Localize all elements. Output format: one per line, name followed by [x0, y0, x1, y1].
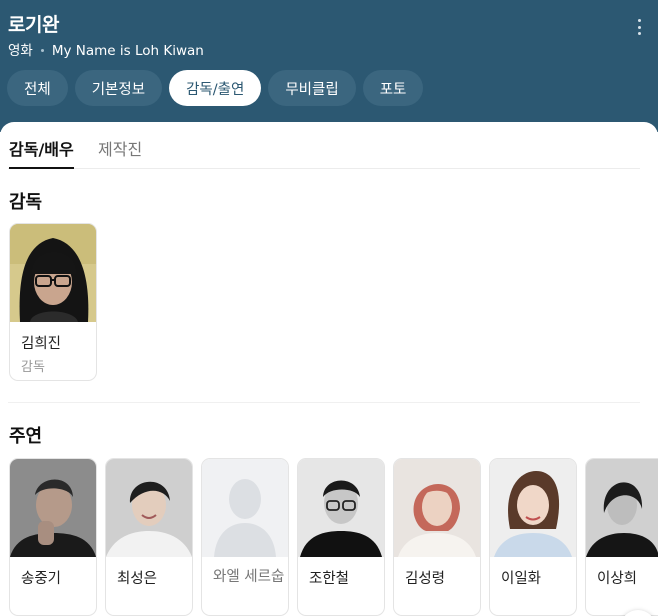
- person-photo: [106, 459, 192, 557]
- tab-cast[interactable]: 감독/출연: [169, 70, 262, 106]
- person-name: 와엘 세르숩: [213, 569, 285, 585]
- page-title: 로기완: [8, 14, 59, 36]
- person-card[interactable]: 조한철: [297, 458, 385, 616]
- lead-section-title: 주연: [9, 426, 43, 447]
- content-sheet: 감독/배우 제작진 감독 김희진 감독 주연 송중기 최성은 와엘 세르숩 조한…: [0, 122, 658, 616]
- person-photo: [10, 224, 96, 322]
- person-name: 김성령: [405, 571, 446, 587]
- person-name: 이일화: [501, 571, 542, 587]
- person-card[interactable]: 최성은: [105, 458, 193, 616]
- person-placeholder-photo: [202, 459, 288, 557]
- person-name: 송중기: [21, 571, 62, 587]
- person-card[interactable]: 김희진 감독: [9, 223, 97, 381]
- tab-all[interactable]: 전체: [7, 70, 68, 106]
- separator-dot: [40, 48, 44, 52]
- subtab-bar: 감독/배우 제작진: [8, 122, 640, 169]
- tab-movie-clip[interactable]: 무비클립: [268, 70, 356, 106]
- subtab-director-actor[interactable]: 감독/배우: [9, 136, 74, 169]
- person-card[interactable]: 와엘 세르숩: [201, 458, 289, 616]
- tab-basic-info[interactable]: 기본정보: [74, 70, 163, 106]
- person-name: 김희진: [21, 336, 62, 352]
- more-vertical-icon[interactable]: [630, 16, 648, 38]
- person-photo: [298, 459, 384, 557]
- english-title: My Name is Loh Kiwan: [51, 43, 204, 59]
- person-name: 이상희: [597, 571, 638, 587]
- category-label: 영화: [8, 43, 33, 59]
- section-divider: [8, 402, 640, 403]
- person-photo: [490, 459, 576, 557]
- person-role: 감독: [21, 360, 45, 375]
- person-name: 최성은: [117, 571, 158, 587]
- person-card[interactable]: 김성령: [393, 458, 481, 616]
- person-photo: [394, 459, 480, 557]
- subtab-crew[interactable]: 제작진: [98, 136, 142, 160]
- person-photo: [10, 459, 96, 557]
- person-card[interactable]: 송중기: [9, 458, 97, 616]
- tab-bar: 전체 기본정보 감독/출연 무비클립 포토: [7, 70, 424, 106]
- header: 로기완 영화 My Name is Loh Kiwan 전체 기본정보 감독/출연…: [0, 0, 658, 132]
- tab-photo[interactable]: 포토: [362, 70, 424, 106]
- director-section-title: 감독: [9, 192, 43, 213]
- person-card[interactable]: 이상희: [585, 458, 658, 616]
- subtab-director-actor-label: 감독/배우: [9, 140, 74, 159]
- page-subtitle: 영화 My Name is Loh Kiwan: [8, 39, 204, 59]
- person-photo: [586, 459, 658, 557]
- active-indicator: [9, 167, 74, 169]
- person-name: 조한철: [309, 571, 350, 587]
- person-card[interactable]: 이일화: [489, 458, 577, 616]
